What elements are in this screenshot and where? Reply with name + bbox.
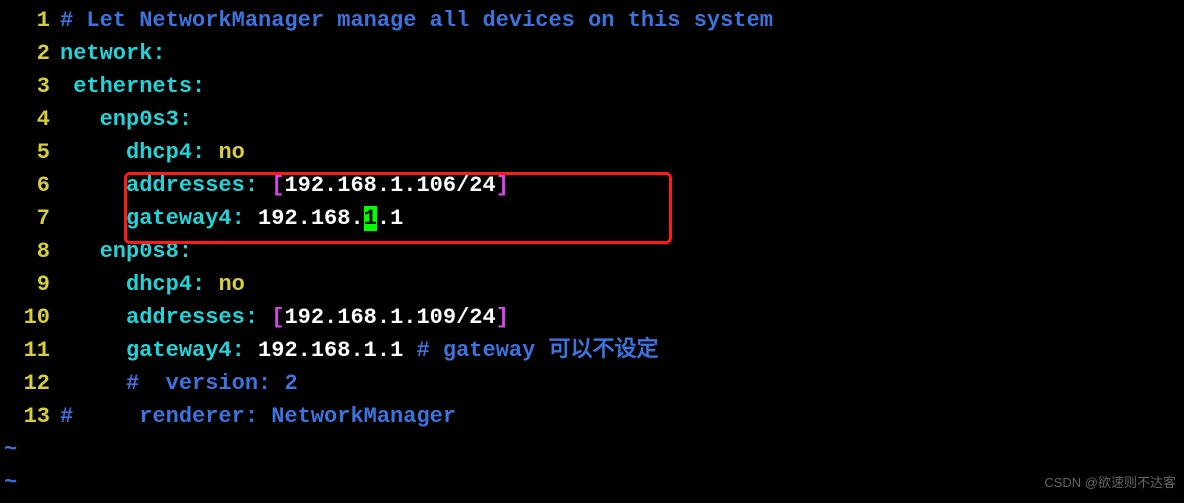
watermark-text: CSDN @欲速则不达客 [1044,473,1176,493]
line-content: # Let NetworkManager manage all devices … [60,4,1184,37]
line-content: enp0s3: [60,103,1184,136]
line-content: enp0s8: [60,235,1184,268]
code-line: 7 gateway4: 192.168.1.1 [0,202,1184,235]
code-line: 6 addresses: [192.168.1.106/24] [0,169,1184,202]
line-number: 4 [0,103,60,136]
code-line: 10 addresses: [192.168.1.109/24] [0,301,1184,334]
cursor: 1 [364,206,377,231]
line-number: 6 [0,169,60,202]
code-line: 5 dhcp4: no [0,136,1184,169]
line-number: 1 [0,4,60,37]
line-number: 12 [0,367,60,400]
code-line: 1 # Let NetworkManager manage all device… [0,4,1184,37]
empty-line-tilde: ~ [0,466,1184,499]
line-number: 2 [0,37,60,70]
line-number: 10 [0,301,60,334]
line-number: 7 [0,202,60,235]
line-number: 5 [0,136,60,169]
line-number: 8 [0,235,60,268]
code-line: 9 dhcp4: no [0,268,1184,301]
line-number: 11 [0,334,60,367]
line-content: dhcp4: no [60,136,1184,169]
code-line: 8 enp0s8: [0,235,1184,268]
code-editor[interactable]: 1 # Let NetworkManager manage all device… [0,0,1184,503]
code-line: 12 # version: 2 [0,367,1184,400]
code-line: 4 enp0s3: [0,103,1184,136]
line-number: 3 [0,70,60,103]
code-line: 11 gateway4: 192.168.1.1 # gateway 可以不设定 [0,334,1184,367]
line-content: gateway4: 192.168.1.1 # gateway 可以不设定 [60,334,1184,367]
tilde-marker: ~ [0,433,17,466]
line-number: 9 [0,268,60,301]
line-content: addresses: [192.168.1.109/24] [60,301,1184,334]
line-content: # version: 2 [60,367,1184,400]
empty-line-tilde: ~ [0,433,1184,466]
code-line: 2 network: [0,37,1184,70]
code-line: 13 # renderer: NetworkManager [0,400,1184,433]
line-content: gateway4: 192.168.1.1 [60,202,1184,235]
line-content: network: [60,37,1184,70]
line-content: addresses: [192.168.1.106/24] [60,169,1184,202]
tilde-marker: ~ [0,466,17,499]
code-line: 3 ethernets: [0,70,1184,103]
line-content: ethernets: [60,70,1184,103]
line-content: # renderer: NetworkManager [60,400,1184,433]
line-content: dhcp4: no [60,268,1184,301]
line-number: 13 [0,400,60,433]
